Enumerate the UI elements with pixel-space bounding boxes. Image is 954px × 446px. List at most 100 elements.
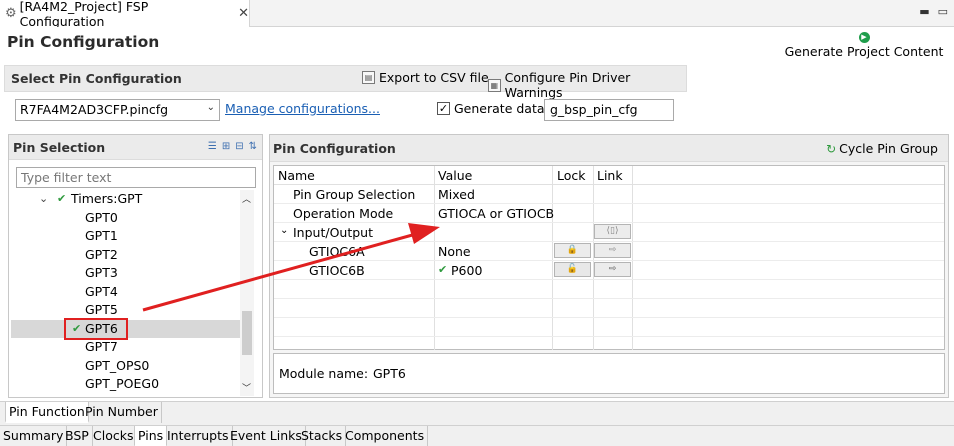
generate-data-toggle[interactable]: ✓ Generate data:	[437, 101, 549, 116]
generate-project-content-button[interactable]: ▶ Generate Project Content	[784, 27, 944, 59]
unlock-icon[interactable]: 🔓	[554, 262, 591, 277]
row-name: Input/Output	[293, 225, 373, 240]
chevron-down-icon[interactable]: ⌄	[39, 190, 48, 209]
tab-pins[interactable]: Pins	[134, 426, 168, 446]
tab-pin-function[interactable]: Pin Function	[5, 402, 89, 423]
table-row[interactable]: ⌄ Input/Output ⟨▯⟩	[274, 223, 944, 242]
tree-label: GPT0	[85, 209, 118, 225]
column-header-link[interactable]: Link	[597, 168, 623, 183]
list-icon[interactable]: ☰	[208, 141, 217, 152]
chevron-up-icon[interactable]: ︿	[242, 192, 251, 205]
expand-all-icon[interactable]: ⊞	[222, 141, 230, 152]
row-name: GTIOC6A	[309, 244, 365, 259]
row-value[interactable]: P600	[451, 263, 482, 278]
tab-summary[interactable]: Summary	[0, 426, 68, 446]
link-all-button[interactable]: ⟨▯⟩	[594, 224, 631, 239]
tree-item-gpt4[interactable]: GPT4	[11, 283, 240, 302]
tree-scrollbar[interactable]: ︿ ﹀	[240, 190, 254, 396]
tab-bsp[interactable]: BSP	[62, 426, 93, 446]
export-csv-button[interactable]: ▤ Export to CSV file	[362, 70, 489, 85]
tree-label: Timers:GPT	[71, 191, 143, 206]
chevron-down-icon[interactable]: ﹀	[242, 381, 251, 394]
chevron-down-icon: ⌄	[206, 102, 215, 113]
row-value[interactable]: Mixed	[438, 187, 475, 202]
section-title: Select Pin Configuration	[11, 71, 182, 86]
sort-icon[interactable]: ⇅	[249, 141, 257, 152]
maximize-icon[interactable]: ▭	[938, 5, 948, 18]
column-header-value[interactable]: Value	[438, 168, 472, 183]
pin-selection-title: Pin Selection	[13, 140, 106, 155]
tab-components[interactable]: Components	[342, 426, 429, 446]
generate-label: Generate Project Content	[784, 44, 944, 59]
tree-item-gpt2[interactable]: GPT2	[11, 246, 240, 265]
tab-event-links[interactable]: Event Links	[227, 426, 306, 446]
cycle-label: Cycle Pin Group	[839, 141, 938, 156]
tab-interrupts[interactable]: Interrupts	[164, 426, 233, 446]
pin-config-title: Pin Configuration	[273, 141, 396, 156]
tree-item-gpt0[interactable]: GPT0	[11, 209, 240, 228]
module-info: Module name: GPT6	[273, 353, 945, 394]
table-row-empty	[274, 299, 944, 318]
tree-label: GPT7	[85, 339, 118, 354]
link-arrow-icon[interactable]: ⇨	[594, 262, 631, 277]
pin-configuration-panel: Pin Configuration ↻ Cycle Pin Group Name…	[269, 134, 949, 398]
tree-label: GPT3	[85, 265, 118, 280]
tree-item-gpt-ops0[interactable]: GPT_OPS0	[11, 357, 240, 376]
tree-item-gpt1[interactable]: GPT1	[11, 227, 240, 246]
cycle-pin-group-button[interactable]: ↻ Cycle Pin Group	[826, 141, 938, 156]
module-value: GPT6	[373, 366, 406, 381]
tree-item-gpt-poeg0[interactable]: GPT_POEG0	[11, 375, 240, 394]
column-header-lock[interactable]: Lock	[557, 168, 586, 183]
pin-config-table: Name Value Lock Link Pin Group Selection…	[273, 165, 945, 350]
tab-stacks[interactable]: Stacks	[298, 426, 347, 446]
export-icon: ▤	[362, 71, 375, 84]
table-row[interactable]: GTIOC6B ✔ P600 🔓 ⇨	[274, 261, 944, 280]
editor-tab-title: [RA4M2_Project] FSP Configuration	[19, 0, 149, 29]
editor-tab[interactable]: ⚙ [RA4M2_Project] FSP Configuration ✕	[0, 0, 250, 29]
tree-label: GPT_OPS0	[85, 357, 150, 373]
table-row-empty	[274, 280, 944, 299]
editor-bottom-tabs: Summary BSP Clocks Pins Interrupts Event…	[0, 425, 954, 446]
tree-label: GPT5	[85, 302, 118, 317]
warnings-label: Configure Pin Driver Warnings	[504, 70, 631, 100]
table-row[interactable]: Operation Mode GTIOCA or GTIOCB	[274, 204, 944, 223]
row-name: Pin Group Selection	[293, 187, 416, 202]
chevron-down-icon[interactable]: ⌄	[280, 225, 288, 236]
tab-clocks[interactable]: Clocks	[90, 426, 138, 446]
scrollbar-thumb[interactable]	[242, 311, 252, 355]
editor-tab-bar: ⚙ [RA4M2_Project] FSP Configuration ✕ ▬ …	[0, 0, 954, 29]
row-value[interactable]: None	[438, 244, 471, 259]
tree-item-gpt3[interactable]: GPT3	[11, 264, 240, 283]
collapse-all-icon[interactable]: ⊟	[235, 141, 243, 152]
table-row[interactable]: Pin Group Selection Mixed	[274, 185, 944, 204]
manage-configurations-link[interactable]: Manage configurations...	[225, 101, 380, 116]
tree-label: GPT_POEG0	[85, 376, 160, 391]
tab-pin-number[interactable]: Pin Number	[82, 402, 162, 423]
link-arrow-icon[interactable]: ⇨	[594, 243, 631, 258]
tree-group-timers-gpt[interactable]: ⌄ ✔ Timers:GPT	[11, 190, 240, 209]
filter-input[interactable]: Type filter text	[16, 167, 256, 188]
window-controls: ▬ ▭	[919, 5, 948, 18]
pin-selection-toolbar: ☰ ⊞ ⊟ ⇅	[208, 141, 257, 152]
configure-warnings-button[interactable]: ▦ Configure Pin Driver Warnings	[488, 70, 686, 100]
tree-item-gpt5[interactable]: GPT5	[11, 301, 240, 320]
pin-config-select[interactable]: R7FA4M2AD3CFP.pincfg ⌄	[15, 99, 220, 121]
table-header: Name Value Lock Link	[274, 166, 944, 185]
generate-data-input[interactable]: g_bsp_pin_cfg	[544, 99, 674, 121]
generate-data-label: Generate data:	[454, 101, 549, 116]
table-row[interactable]: GTIOC6A None 🔒 ⇨	[274, 242, 944, 261]
close-icon[interactable]: ✕	[238, 6, 249, 21]
minimize-icon[interactable]: ▬	[919, 5, 929, 18]
column-header-name[interactable]: Name	[278, 168, 315, 183]
generate-data-checkbox[interactable]: ✓	[437, 102, 450, 115]
tree-item-gpt7[interactable]: GPT7	[11, 338, 240, 357]
editor-content: Pin Configuration ▶ Generate Project Con…	[0, 27, 954, 401]
check-icon: ✔	[438, 263, 448, 276]
tree-label: GPT4	[85, 283, 118, 299]
row-value[interactable]: GTIOCA or GTIOCB	[438, 206, 554, 221]
lock-icon[interactable]: 🔒	[554, 243, 591, 258]
config-file-value: R7FA4M2AD3CFP.pincfg	[20, 102, 169, 117]
pin-config-header: Pin Configuration ↻ Cycle Pin Group	[270, 135, 948, 162]
select-pin-config-header: Select Pin Configuration ▤ Export to CSV…	[4, 65, 687, 100]
cycle-icon: ↻	[826, 141, 837, 156]
